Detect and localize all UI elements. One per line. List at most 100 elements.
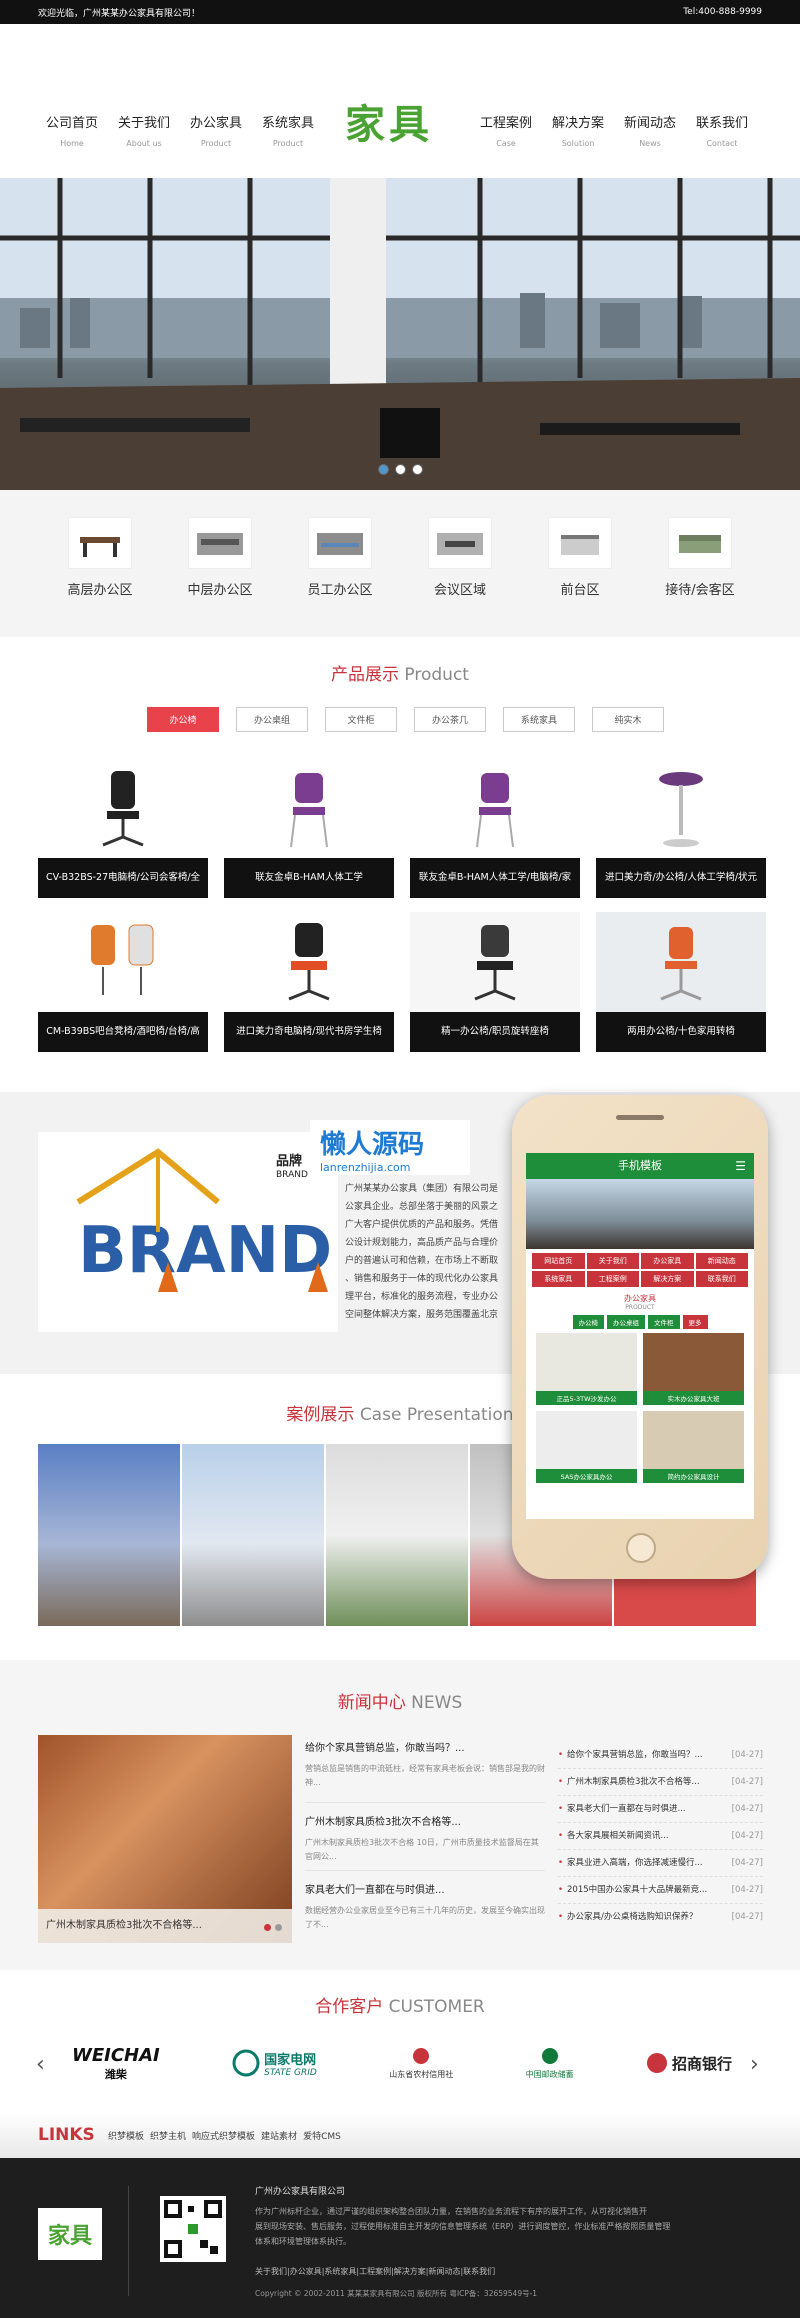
partner-logo-state-grid[interactable]: 国家电网 STATE GRID [232, 2049, 317, 2078]
phone-product[interactable]: 简约办公家具设计 [643, 1411, 744, 1483]
nav-item-system-furniture[interactable]: 系统家具 Product [252, 112, 324, 148]
phone-header: 手机模板 ☰ [526, 1153, 754, 1179]
product-card[interactable]: CV-B32BS-27电脑椅/公司会客椅/全 [38, 758, 208, 898]
phone-tab-more[interactable]: 更多 [682, 1315, 708, 1329]
news-feature-image[interactable]: 广州木制家具质检3批次不合格等... [38, 1735, 292, 1943]
news-dot[interactable] [264, 1924, 271, 1931]
nav-item-solution[interactable]: 解决方案 Solution [542, 112, 614, 148]
phone-menu-icon[interactable]: ☰ [735, 1153, 746, 1179]
news-featured-list: 给你个家具营销总监，你敢当吗？... 营销总监是销售的中流砥柱，经常有家具老板会说… [305, 1735, 545, 1939]
nav-item-office-furniture[interactable]: 办公家具 Product [180, 112, 252, 148]
tab-office-chair[interactable]: 办公椅 [147, 707, 219, 732]
product-card[interactable]: 精一办公椅/职员旋转座椅 [410, 912, 580, 1052]
partner-logo-cmb[interactable]: 招商银行 [646, 2052, 732, 2074]
phone-menu-item[interactable]: 办公家具 [641, 1253, 694, 1269]
banner-dot-3[interactable] [412, 464, 423, 475]
phone-section-title: 办公家具 [624, 1294, 656, 1303]
footer-links[interactable]: 关于我们|办公家具|系统家具|工程案例|解决方案|新闻动态|联系我们 [255, 2266, 495, 2277]
news-featured-item[interactable]: 广州木制家具质检3批次不合格等... 广州木制家具质检3批次不合格 10日，广州市… [305, 1803, 545, 1871]
phone-tab[interactable]: 办公椅 [572, 1315, 604, 1329]
phone-menu-item[interactable]: 系统家具 [532, 1271, 585, 1287]
product-card[interactable]: 联友金卓B-HAM人体工学/电脑椅/家 [410, 758, 580, 898]
category-item[interactable]: 接待/会客区 [650, 517, 750, 637]
rural-credit-icon [413, 2048, 430, 2064]
tab-file-cabinet[interactable]: 文件柜 [325, 707, 397, 732]
phone-menu-item[interactable]: 关于我们 [586, 1253, 639, 1269]
news-list: • 给你个家具营销总监，你敢当吗？... [04-27] • 广州木制家具质检3批次不… [558, 1742, 763, 1931]
nav-item-news[interactable]: 新闻动态 News [614, 112, 686, 148]
news-list-item[interactable]: • 家具业进入高端，你选择减速慢行... [04-27] [558, 1850, 763, 1877]
tab-tea-table[interactable]: 办公茶几 [414, 707, 486, 732]
phone-home-button[interactable] [626, 1533, 656, 1563]
phone-menu-item[interactable]: 解决方案 [641, 1271, 694, 1287]
nav-left: 公司首页 Home 关于我们 About us 办公家具 Product 系统家具 Pr… [36, 112, 324, 148]
partner-logo-rural-credit[interactable]: 山东省农村信用社 [389, 2046, 453, 2080]
phone-tab[interactable]: 办公桌组 [607, 1315, 645, 1329]
phone-product[interactable]: 正品5-3TW沙发办公 [536, 1333, 637, 1405]
phone-menu-item[interactable]: 联系我们 [695, 1271, 748, 1287]
top-bar: 欢迎光临，广州某某办公家具有限公司！ Tel:400-888-9999 [0, 0, 800, 24]
partner-logo-postal-savings[interactable]: 中国邮政储蓄 [526, 2046, 574, 2080]
category-item[interactable]: 中层办公区 [170, 517, 270, 637]
news-list-item[interactable]: • 给你个家具营销总监，你敢当吗？... [04-27] [558, 1742, 763, 1769]
news-dot[interactable] [275, 1924, 282, 1931]
friend-link[interactable]: 响应式织梦模板 [192, 2129, 255, 2142]
category-item[interactable]: 前台区 [530, 517, 630, 637]
news-list-item[interactable]: • 2015中国办公家具十大品牌最新竞... [04-27] [558, 1877, 763, 1904]
footer-company: 广州办公家具有限公司 [255, 2187, 346, 2197]
phone-tab[interactable]: 文件柜 [648, 1315, 680, 1329]
category-item[interactable]: 会议区域 [410, 517, 510, 637]
footer-logo[interactable]: 家具 [38, 2208, 102, 2260]
category-thumb [308, 517, 372, 569]
news-list-item[interactable]: • 办公家具/办公桌椅选购知识保养？ [04-27] [558, 1904, 763, 1931]
news-featured-item[interactable]: 家具老大们一直都在与时俱进... 数据经营办公业家居业至今已有三十几年的历史，发展… [305, 1871, 545, 1939]
phone-section-subtitle: PRODUCT [625, 1304, 655, 1311]
banner-dot-2[interactable] [395, 464, 406, 475]
product-card[interactable]: 进口美力奇/办公椅/人体工学椅/状元 [596, 758, 766, 898]
friend-link[interactable]: 织梦模板 [108, 2129, 144, 2142]
phone-menu-item[interactable]: 网站首页 [532, 1253, 585, 1269]
news-list-item[interactable]: • 家具老大们一直都在与时俱进... [04-27] [558, 1796, 763, 1823]
friend-link[interactable]: 建站素材 [261, 2129, 297, 2142]
phone-product[interactable]: SAS办公家具办公 [536, 1411, 637, 1483]
banner-dot-1[interactable] [378, 464, 389, 475]
nav-item-contact[interactable]: 联系我们 Contact [686, 112, 758, 148]
product-card[interactable]: CM-B39BS吧台凳椅/酒吧椅/台椅/高 [38, 912, 208, 1052]
product-card[interactable]: 联友金卓B-HAM人体工学 [224, 758, 394, 898]
phone-banner [526, 1179, 754, 1249]
category-item[interactable]: 高层办公区 [50, 517, 150, 637]
nav-item-home[interactable]: 公司首页 Home [36, 112, 108, 148]
news-featured-item[interactable]: 给你个家具营销总监，你敢当吗？... 营销总监是销售的中流砥柱，经常有家具老板会说… [305, 1735, 545, 1803]
nav-item-case[interactable]: 工程案例 Case [470, 112, 542, 148]
stool-icon [596, 758, 766, 858]
brand-big-text: BRAND [78, 1214, 332, 1288]
partners-next-arrow[interactable]: › [750, 2052, 759, 2077]
partners-logos: WEICHAI 潍柴 国家电网 STATE GRID 山东省农村信用社 中国邮政储蓄… [72, 2038, 732, 2088]
product-tabs: 办公椅 办公桌组 文件柜 办公茶几 系统家具 纯实木 [147, 707, 664, 732]
partner-logo-weichai[interactable]: WEICHAI 潍柴 [72, 2045, 160, 2082]
case-photo[interactable] [326, 1444, 468, 1626]
tab-system-furniture[interactable]: 系统家具 [503, 707, 575, 732]
links-bar: LINKS 织梦模板 织梦主机 响应式织梦模板 建站素材 爱特CMS [0, 2113, 800, 2158]
category-item[interactable]: 员工办公区 [290, 517, 390, 637]
partners-prev-arrow[interactable]: ‹ [36, 2052, 45, 2077]
product-card[interactable]: 两用办公椅/十色家用转椅 [596, 912, 766, 1052]
case-photo[interactable] [38, 1444, 180, 1626]
case-photo[interactable] [182, 1444, 324, 1626]
logo[interactable]: 家具 [345, 92, 433, 150]
phone-menu-item[interactable]: 工程案例 [586, 1271, 639, 1287]
phone-product-grid: 正品5-3TW沙发办公 实木办公家具大班 SAS办公家具办公 简约办公家具设计 [526, 1333, 754, 1483]
friend-link[interactable]: 织梦主机 [150, 2129, 186, 2142]
product-card[interactable]: 进口美力奇电脑椅/现代书房学生椅 [224, 912, 394, 1052]
hero-banner[interactable] [0, 178, 800, 490]
news-list-item[interactable]: • 广州木制家具质检3批次不合格等... [04-27] [558, 1769, 763, 1796]
friend-link[interactable]: 爱特CMS [303, 2129, 341, 2142]
nav-item-about[interactable]: 关于我们 About us [108, 112, 180, 148]
tab-solid-wood[interactable]: 纯实木 [592, 707, 664, 732]
tel-text: Tel:400-888-9999 [683, 7, 762, 17]
tab-desk-set[interactable]: 办公桌组 [236, 707, 308, 732]
news-list-item[interactable]: • 各大家具展相关新闻资讯... [04-27] [558, 1823, 763, 1850]
banner-office-image [0, 178, 800, 490]
phone-menu-item[interactable]: 新闻动态 [695, 1253, 748, 1269]
phone-product[interactable]: 实木办公家具大班 [643, 1333, 744, 1405]
